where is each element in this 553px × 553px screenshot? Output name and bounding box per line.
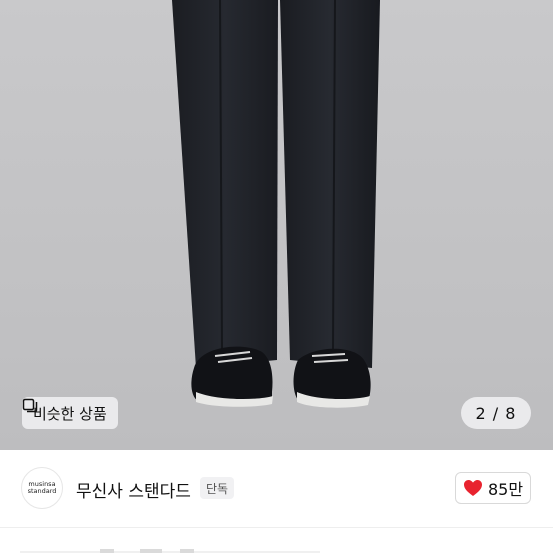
product-photo-illustration — [0, 0, 553, 450]
similar-items-icon — [22, 398, 38, 413]
similar-products-label: 비슷한 상품 — [33, 404, 107, 423]
similar-products-button[interactable]: 비슷한 상품 — [22, 397, 118, 429]
like-count: 85만 — [487, 480, 524, 499]
heart-icon — [463, 480, 482, 496]
image-page-counter: 2 / 8 — [461, 397, 531, 429]
brand-logo-line: standard — [27, 487, 57, 495]
next-section-peek — [20, 549, 320, 553]
brand-name-link[interactable]: 무신사 스탠다드 — [76, 477, 191, 502]
product-photo[interactable]: 비슷한 상품 2 / 8 — [0, 0, 553, 450]
brand-logo[interactable]: musinsa standard — [21, 467, 63, 509]
like-button[interactable]: 85만 — [455, 472, 531, 504]
exclusive-badge: 단독 — [200, 477, 235, 499]
